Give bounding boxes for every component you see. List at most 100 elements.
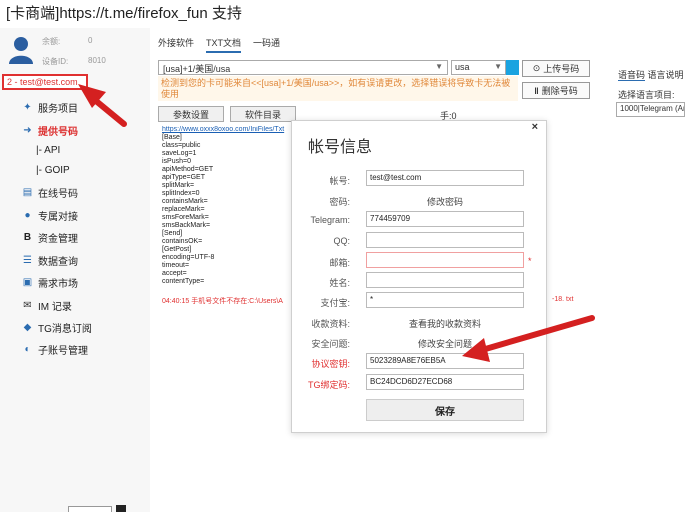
sidebar-item-provide-numbers[interactable]: ➜ 提供号码 bbox=[22, 123, 78, 138]
tools-icon: ✦ bbox=[23, 102, 32, 113]
sidebar-item-label: 服务项目 bbox=[38, 104, 78, 115]
confirm-button[interactable] bbox=[506, 60, 519, 75]
qq-label: QQ: bbox=[333, 236, 350, 246]
sidebar-item-exclusive[interactable]: ● 专属对接 bbox=[22, 208, 78, 223]
account-label: 帐号: bbox=[329, 176, 350, 186]
play-icon: ⊙ bbox=[532, 63, 541, 73]
window-title: [卡商端]https://t.me/firefox_fun 支持 bbox=[6, 5, 242, 22]
warning-message: 检测到您的卡可能来自<<[usa]+1/美国/usa>>，如有误请更改，选择错误… bbox=[158, 76, 518, 101]
protocol-key-label: 协议密钥: bbox=[311, 359, 350, 369]
sidebar: 余额: 0 设备ID: 8010 2 - test@test.com ✦ 服务项目… bbox=[0, 28, 150, 512]
sidebar-item-label: 资金管理 bbox=[38, 234, 78, 245]
password-label: 密码: bbox=[329, 197, 350, 207]
param-settings-button[interactable]: 参数设置 bbox=[158, 106, 224, 122]
protocol-key-field[interactable]: 5023289A8E76EB5A bbox=[366, 353, 524, 369]
sidebar-item-funds[interactable]: B 资金管理 bbox=[22, 230, 78, 245]
tg-bind-code-field[interactable]: BC24DCD6D27ECD68 bbox=[366, 374, 524, 390]
telegram-field[interactable]: 774459709 bbox=[366, 211, 524, 227]
sidebar-item-label: 数据查询 bbox=[38, 257, 78, 268]
name-label: 姓名: bbox=[329, 278, 350, 288]
search-list-icon: ☰ bbox=[23, 255, 32, 266]
account-indicator[interactable]: 2 - test@test.com bbox=[2, 74, 88, 90]
sidebar-item-sub-accounts[interactable]: ◐ 子账号管理 bbox=[22, 342, 88, 357]
dialog-title: 帐号信息 bbox=[308, 139, 373, 156]
sidebar-item-label: 在线号码 bbox=[38, 189, 78, 200]
telegram-label: Telegram: bbox=[310, 215, 350, 225]
lang-label: 选择语言项目: bbox=[618, 90, 675, 100]
pause-icon: ‖ bbox=[534, 85, 539, 96]
config-lines: [Base] class=public saveLog=1 isPush=0 a… bbox=[162, 134, 215, 285]
sidebar-item-api[interactable]: |- API bbox=[36, 145, 60, 156]
sidebar-item-label: 子账号管理 bbox=[38, 346, 88, 357]
top-tabs: 外接软件 TXT文档 一码通 bbox=[158, 36, 280, 53]
sidebar-item-data-query[interactable]: ☰ 数据查询 bbox=[22, 253, 78, 268]
upload-numbers-label: 上传号码 bbox=[543, 64, 580, 74]
market-icon: ▣ bbox=[22, 277, 33, 288]
save-button[interactable]: 保存 bbox=[366, 399, 524, 421]
lang-tabs: 语音码 语言说明 bbox=[618, 68, 684, 81]
log-tail: -18. txt bbox=[552, 296, 574, 303]
required-mark: * bbox=[528, 256, 532, 266]
list-icon: ▤ bbox=[22, 187, 33, 198]
balance-value: 0 bbox=[88, 36, 93, 45]
tab-one-code[interactable]: 一码通 bbox=[253, 36, 280, 53]
sidebar-item-label: 需求市场 bbox=[38, 279, 78, 290]
sidebar-item-label: |- API bbox=[36, 145, 61, 156]
sidebar-item-tg-subscribe[interactable]: ◆ TG消息订阅 bbox=[22, 320, 92, 335]
lang-select[interactable]: 1000|Telegram (Am bbox=[616, 102, 685, 117]
sidebar-item-service[interactable]: ✦ 服务项目 bbox=[22, 100, 78, 115]
payment-info-link[interactable]: 查看我的收款资料 bbox=[366, 317, 524, 330]
upload-numbers-button[interactable]: ⊙ 上传号码 bbox=[522, 60, 590, 77]
tg-bind-code-label: TG绑定码: bbox=[308, 380, 350, 390]
account-info-dialog: × 帐号信息 帐号: test@test.com 密码: 修改密码 Telegr… bbox=[291, 120, 547, 433]
chevron-down-icon: ▼ bbox=[435, 62, 443, 71]
change-password-link[interactable]: 修改密码 bbox=[366, 195, 524, 208]
service-select-value: [usa]+1/美国/usa bbox=[163, 64, 231, 74]
country-search-value: usa bbox=[455, 62, 470, 72]
device-id-value: 8010 bbox=[88, 56, 106, 65]
email-field[interactable] bbox=[366, 252, 524, 268]
link-icon: ● bbox=[24, 210, 31, 221]
name-field[interactable] bbox=[366, 272, 524, 288]
close-icon[interactable]: × bbox=[532, 121, 538, 133]
sidebar-item-im-records[interactable]: ✉ IM 记录 bbox=[22, 298, 72, 313]
balance-label: 余额: bbox=[42, 37, 61, 46]
mail-icon: ✉ bbox=[23, 300, 32, 311]
tab-voice-code[interactable]: 语音码 bbox=[618, 70, 646, 81]
qq-field[interactable] bbox=[366, 232, 524, 248]
alipay-field[interactable]: * bbox=[366, 292, 524, 308]
software-dir-button[interactable]: 软件目录 bbox=[230, 106, 296, 122]
chevron-down-icon: ▼ bbox=[494, 62, 502, 71]
security-question-label: 安全问题: bbox=[311, 339, 350, 349]
sidebar-item-goip[interactable]: |- GOIP bbox=[36, 165, 70, 176]
alipay-label: 支付宝: bbox=[320, 298, 350, 308]
sidebar-item-label: TG消息订阅 bbox=[38, 324, 92, 335]
config-link[interactable]: https://www.oxxx8oxoo.com/IniFiles/Txt bbox=[162, 126, 284, 133]
delete-numbers-label: 删除号码 bbox=[541, 86, 578, 96]
delete-numbers-button[interactable]: ‖ 删除号码 bbox=[522, 82, 590, 99]
security-question-link[interactable]: 修改安全问题 bbox=[366, 337, 524, 350]
tab-lang-desc[interactable]: 语言说明 bbox=[648, 70, 684, 80]
device-id-label: 设备ID: bbox=[42, 57, 69, 66]
email-label: 邮箱: bbox=[329, 258, 350, 268]
sidebar-item-market[interactable]: ▣ 需求市场 bbox=[22, 275, 78, 290]
users-icon: ◐ bbox=[24, 344, 31, 355]
bold-icon: B bbox=[23, 232, 32, 243]
account-field[interactable]: test@test.com bbox=[366, 170, 524, 186]
sidebar-item-label: 专属对接 bbox=[38, 212, 78, 223]
bottom-input[interactable] bbox=[68, 506, 112, 512]
payment-info-label: 收款资料: bbox=[311, 319, 350, 329]
sidebar-item-label: 提供号码 bbox=[38, 127, 78, 138]
sidebar-item-label: |- GOIP bbox=[36, 165, 70, 176]
country-search-select[interactable]: usa ▼ bbox=[451, 60, 506, 75]
service-select[interactable]: [usa]+1/美国/usa ▼ bbox=[158, 60, 448, 75]
telegram-icon: ◆ bbox=[23, 322, 32, 333]
arrow-icon: ➜ bbox=[23, 125, 32, 136]
sidebar-item-online-numbers[interactable]: ▤ 在线号码 bbox=[22, 185, 78, 200]
bottom-icon[interactable] bbox=[116, 505, 126, 512]
sidebar-item-label: IM 记录 bbox=[38, 302, 72, 313]
tab-txt-doc[interactable]: TXT文档 bbox=[206, 36, 242, 53]
config-text: https://www.oxxx8oxoo.com/IniFiles/Txt [… bbox=[162, 126, 290, 301]
avatar-icon bbox=[9, 37, 33, 64]
tab-external-software[interactable]: 外接软件 bbox=[158, 36, 194, 53]
